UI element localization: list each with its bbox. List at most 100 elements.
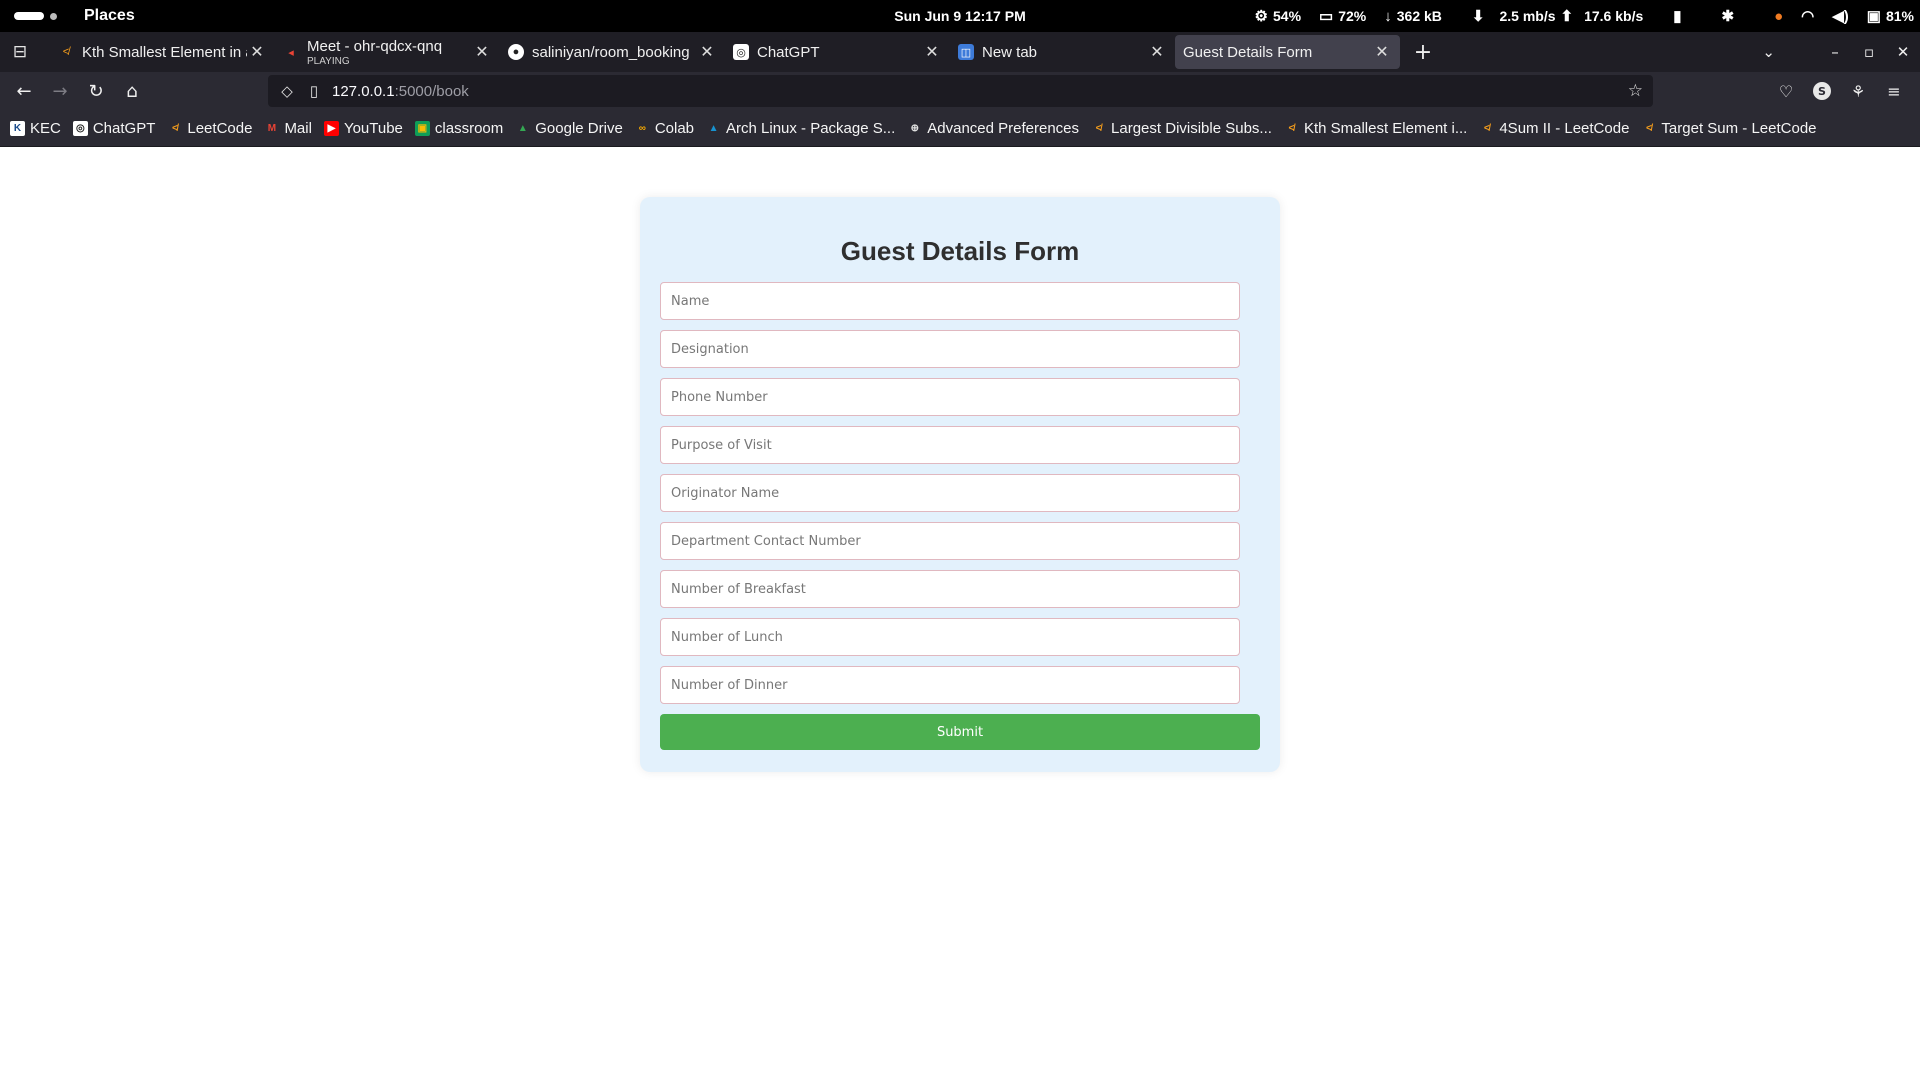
upload-icon: ⬆ (1560, 8, 1574, 25)
browser-tab-strip: ⊟ ≮ Kth Smallest Element in a ✕ ◂ Meet -… (0, 32, 1920, 72)
bookmark-label: classroom (434, 119, 504, 137)
bookmark-label: Target Sum - LeetCode (1661, 119, 1817, 137)
submit-button[interactable]: Submit (660, 714, 1260, 750)
tab-chatgpt[interactable]: ◎ ChatGPT ✕ (725, 35, 950, 69)
maximize-icon[interactable]: ▫ (1852, 43, 1886, 61)
battery-icon: ▣ (1866, 8, 1881, 25)
bookmark-item[interactable]: ≮ Target Sum - LeetCode (1641, 119, 1817, 137)
originator-name-input[interactable] (660, 474, 1240, 512)
bookmark-item[interactable]: ▶ YouTube (323, 119, 403, 137)
wifi-indicator[interactable]: ◠ (1801, 7, 1814, 25)
memory-value: 72% (1338, 8, 1367, 24)
tab-guest-details-form[interactable]: Guest Details Form ✕ (1175, 35, 1400, 69)
accessibility-indicator[interactable]: ✱ (1722, 7, 1735, 25)
volume-indicator[interactable]: ◀) (1832, 7, 1849, 25)
places-menu[interactable]: Places (84, 7, 135, 25)
window-controls: – ▫ ✕ (1818, 32, 1920, 72)
guest-details-form-card: Guest Details Form Submit (640, 197, 1280, 772)
bookmark-label: Kth Smallest Element i... (1303, 119, 1468, 137)
bookmark-item[interactable]: ≮ Kth Smallest Element i... (1283, 119, 1468, 137)
bookmarks-toolbar: K KEC ◎ ChatGPT ≮ LeetCode M Mail ▶ YouTube ▣ class… (0, 110, 1920, 147)
new-tab-icon: ◫ (958, 44, 974, 60)
bookmark-item[interactable]: K KEC (10, 120, 61, 137)
tab-github[interactable]: ● saliniyan/room_booking ✕ (500, 35, 725, 69)
menu-icon[interactable]: ≡ (1876, 82, 1912, 101)
page-viewport: Guest Details Form Submit (0, 147, 1920, 1080)
bookmark-favicon-icon: ≮ (1479, 120, 1495, 136)
bookmark-favicon-icon: ▶ (323, 120, 339, 136)
forward-icon[interactable]: → (42, 81, 78, 102)
clipboard-indicator[interactable]: ▮ (1673, 7, 1681, 25)
shield-icon[interactable]: ◇ (276, 82, 298, 100)
close-tab-icon[interactable]: ✕ (922, 42, 942, 62)
url-host: 127.0.0.1 (332, 82, 395, 100)
number-of-breakfast-input[interactable] (660, 570, 1240, 608)
bookmark-item[interactable]: M Mail (264, 120, 312, 137)
bookmark-item[interactable]: ≮ 4Sum II - LeetCode (1479, 120, 1629, 137)
extensions-icon[interactable]: ⚘ (1840, 82, 1876, 101)
network-speed-indicator[interactable]: ⬇ 2.5 mb/s ⬆ 17.6 kb/s (1472, 7, 1643, 25)
tab-title: Meet - ohr-qdcx-qnq (307, 37, 443, 55)
firefox-view-button[interactable]: ⊟ (0, 32, 40, 72)
plus-icon: + (1413, 39, 1433, 65)
bookmark-item[interactable]: ▣ classroom (414, 119, 504, 137)
bookmark-favicon-icon: ▣ (414, 120, 430, 136)
close-window-icon[interactable]: ✕ (1886, 43, 1920, 61)
back-icon[interactable]: ← (6, 81, 42, 102)
number-of-lunch-input[interactable] (660, 618, 1240, 656)
bookmark-item[interactable]: ▲ Google Drive (515, 120, 623, 137)
home-icon[interactable]: ⌂ (114, 81, 150, 102)
bookmark-item[interactable]: ▲ Arch Linux - Package S... (706, 120, 895, 137)
tab-meet[interactable]: ◂ Meet - ohr-qdcx-qnq PLAYING ✕ (275, 35, 500, 69)
bookmark-favicon-icon: ⊕ (907, 120, 923, 136)
name-input[interactable] (660, 282, 1240, 320)
network-total-value: 362 kB (1396, 8, 1442, 24)
page-info-icon[interactable]: ▯ (304, 82, 324, 100)
tab-new-tab[interactable]: ◫ New tab ✕ (950, 35, 1175, 69)
bookmark-label: Colab (654, 119, 695, 137)
bookmark-label: YouTube (343, 119, 403, 137)
bookmark-favicon-icon: ≮ (1641, 120, 1657, 136)
bookmark-label: Largest Divisible Subs... (1111, 119, 1272, 137)
bookmark-label: LeetCode (187, 119, 253, 137)
designation-input[interactable] (660, 330, 1240, 368)
phone-number-input[interactable] (660, 378, 1240, 416)
cpu-indicator[interactable]: ⚙ 54% (1255, 7, 1301, 25)
close-tab-icon[interactable]: ✕ (697, 42, 717, 62)
minimize-icon[interactable]: – (1818, 43, 1852, 61)
address-bar[interactable]: ◇ ▯ 127.0.0.1:5000/book ☆ (268, 75, 1653, 107)
tab-kth-smallest[interactable]: ≮ Kth Smallest Element in a ✕ (50, 35, 275, 69)
close-tab-icon[interactable]: ✕ (247, 42, 267, 62)
memory-indicator[interactable]: ▭ 72% (1319, 7, 1366, 25)
tab-title: saliniyan/room_booking (532, 43, 690, 61)
reload-icon[interactable]: ↻ (78, 81, 114, 102)
cpu-icon: ⚙ (1254, 8, 1268, 25)
clock-text[interactable]: Sun Jun 9 12:17 PM (894, 8, 1025, 24)
network-total-indicator[interactable]: ↓ 362 kB (1384, 8, 1442, 25)
new-tab-button[interactable]: + (1408, 40, 1438, 65)
department-contact-number-input[interactable] (660, 522, 1240, 560)
account-avatar[interactable]: S (1813, 82, 1831, 100)
purpose-of-visit-input[interactable] (660, 426, 1240, 464)
bookmark-label: Mail (284, 119, 312, 137)
tab-title: Guest Details Form (1183, 43, 1313, 61)
battery-indicator[interactable]: ▣ 81% (1867, 7, 1914, 25)
bookmark-item[interactable]: ≮ Largest Divisible Subs... (1091, 120, 1272, 137)
bookmark-item[interactable]: ⊕ Advanced Preferences (907, 120, 1079, 137)
bookmark-item[interactable]: ≮ LeetCode (167, 120, 252, 137)
bookmark-item[interactable]: ◎ ChatGPT (72, 120, 155, 137)
close-tab-icon[interactable]: ✕ (472, 42, 492, 62)
close-tab-icon[interactable]: ✕ (1147, 42, 1167, 62)
tab-title: Kth Smallest Element in a (82, 43, 247, 61)
bookmark-label: 4Sum II - LeetCode (1499, 119, 1630, 137)
leetcode-icon: ≮ (62, 46, 70, 58)
activities-indicator[interactable] (14, 12, 64, 20)
url-path: :5000/book (394, 82, 469, 100)
pocket-icon[interactable]: ♡ (1768, 82, 1804, 101)
bookmark-item[interactable]: ∞ Colab (634, 119, 695, 137)
number-of-dinner-input[interactable] (660, 666, 1240, 704)
microphone-indicator[interactable]: ● (1774, 8, 1783, 25)
list-all-tabs-button[interactable]: ⌄ (1762, 32, 1775, 72)
bookmark-star-icon[interactable]: ☆ (1628, 81, 1643, 101)
close-tab-icon[interactable]: ✕ (1372, 42, 1392, 62)
